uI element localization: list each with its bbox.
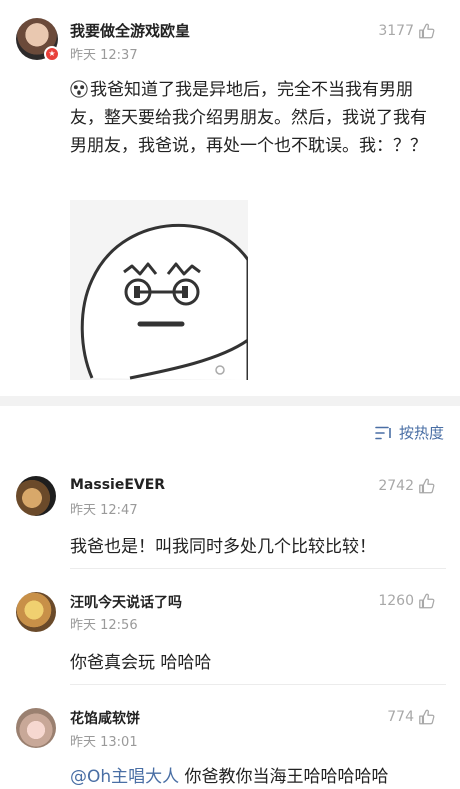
comment-like-button[interactable]: 1260 [378, 592, 436, 610]
comment-text: 我爸也是！叫我同时多处几个比较比较！ [70, 537, 376, 557]
comment-username[interactable]: MassieEVER [70, 477, 165, 493]
comment-time: 昨天 13:01 [70, 735, 138, 750]
main-post: ★ 我要做全游戏欧皇 昨天 12:37 3177 我爸知道了我是异地后，完全不当… [0, 0, 460, 396]
comment-time: 昨天 12:47 [70, 503, 138, 518]
comment-like-count: 1260 [378, 593, 414, 609]
comment-text: 你爸真会玩 哈哈哈 [70, 653, 212, 673]
comment-item: MassieEVER 昨天 12:47 2742 我爸也是！叫我同时多处几个比较… [0, 470, 460, 570]
comment-divider [70, 568, 446, 569]
comment-avatar[interactable] [16, 476, 56, 516]
sort-icon [375, 426, 391, 439]
sort-by-hot-button[interactable]: 按热度 [375, 422, 444, 443]
comment-item: 汪叽今天说话了吗 昨天 12:56 1260 你爸真会玩 哈哈哈 [0, 582, 460, 685]
sort-label: 按热度 [398, 424, 444, 442]
shocked-face-emoji-icon [70, 80, 88, 98]
thumbs-up-icon [419, 23, 435, 39]
comment-like-button[interactable]: 774 [387, 708, 436, 726]
comment-text-row: @Oh主唱大人 你爸教你当海王哈哈哈哈哈 [70, 762, 389, 787]
comment-avatar[interactable] [16, 592, 56, 632]
comment-username[interactable]: 花馅咸软饼 [70, 708, 140, 728]
post-text: 我爸知道了我是异地后，完全不当我有男朋友，整天要给我介绍男朋友。然后，我说了我有… [70, 80, 427, 156]
mention-link[interactable]: @Oh主唱大人 [70, 767, 179, 787]
post-username[interactable]: 我要做全游戏欧皇 [70, 20, 190, 41]
post-like-button[interactable]: 3177 [378, 22, 436, 40]
comment-like-button[interactable]: 2742 [378, 477, 436, 495]
comment-time: 昨天 12:56 [70, 618, 138, 633]
blob-face-sticker-icon [70, 200, 250, 380]
comment-item: 花馅咸软饼 昨天 13:01 774 @Oh主唱大人 你爸教你当海王哈哈哈哈哈 [0, 702, 460, 789]
verified-badge-icon: ★ [44, 46, 60, 62]
thumbs-up-icon [419, 593, 435, 609]
post-time: 昨天 12:37 [70, 48, 138, 63]
comment-text: 你爸教你当海王哈哈哈哈哈 [179, 767, 389, 787]
post-sticker-image[interactable] [70, 200, 250, 380]
section-divider [0, 396, 460, 406]
thumbs-up-icon [419, 709, 435, 725]
comment-like-count: 2742 [378, 478, 414, 494]
comment-divider [70, 684, 446, 685]
post-like-count: 3177 [378, 23, 414, 39]
comment-username[interactable]: 汪叽今天说话了吗 [70, 592, 182, 612]
post-text-block: 我爸知道了我是异地后，完全不当我有男朋友，整天要给我介绍男朋友。然后，我说了我有… [70, 76, 442, 160]
comment-avatar[interactable] [16, 708, 56, 748]
thumbs-up-icon [419, 478, 435, 494]
comment-like-count: 774 [387, 709, 414, 725]
